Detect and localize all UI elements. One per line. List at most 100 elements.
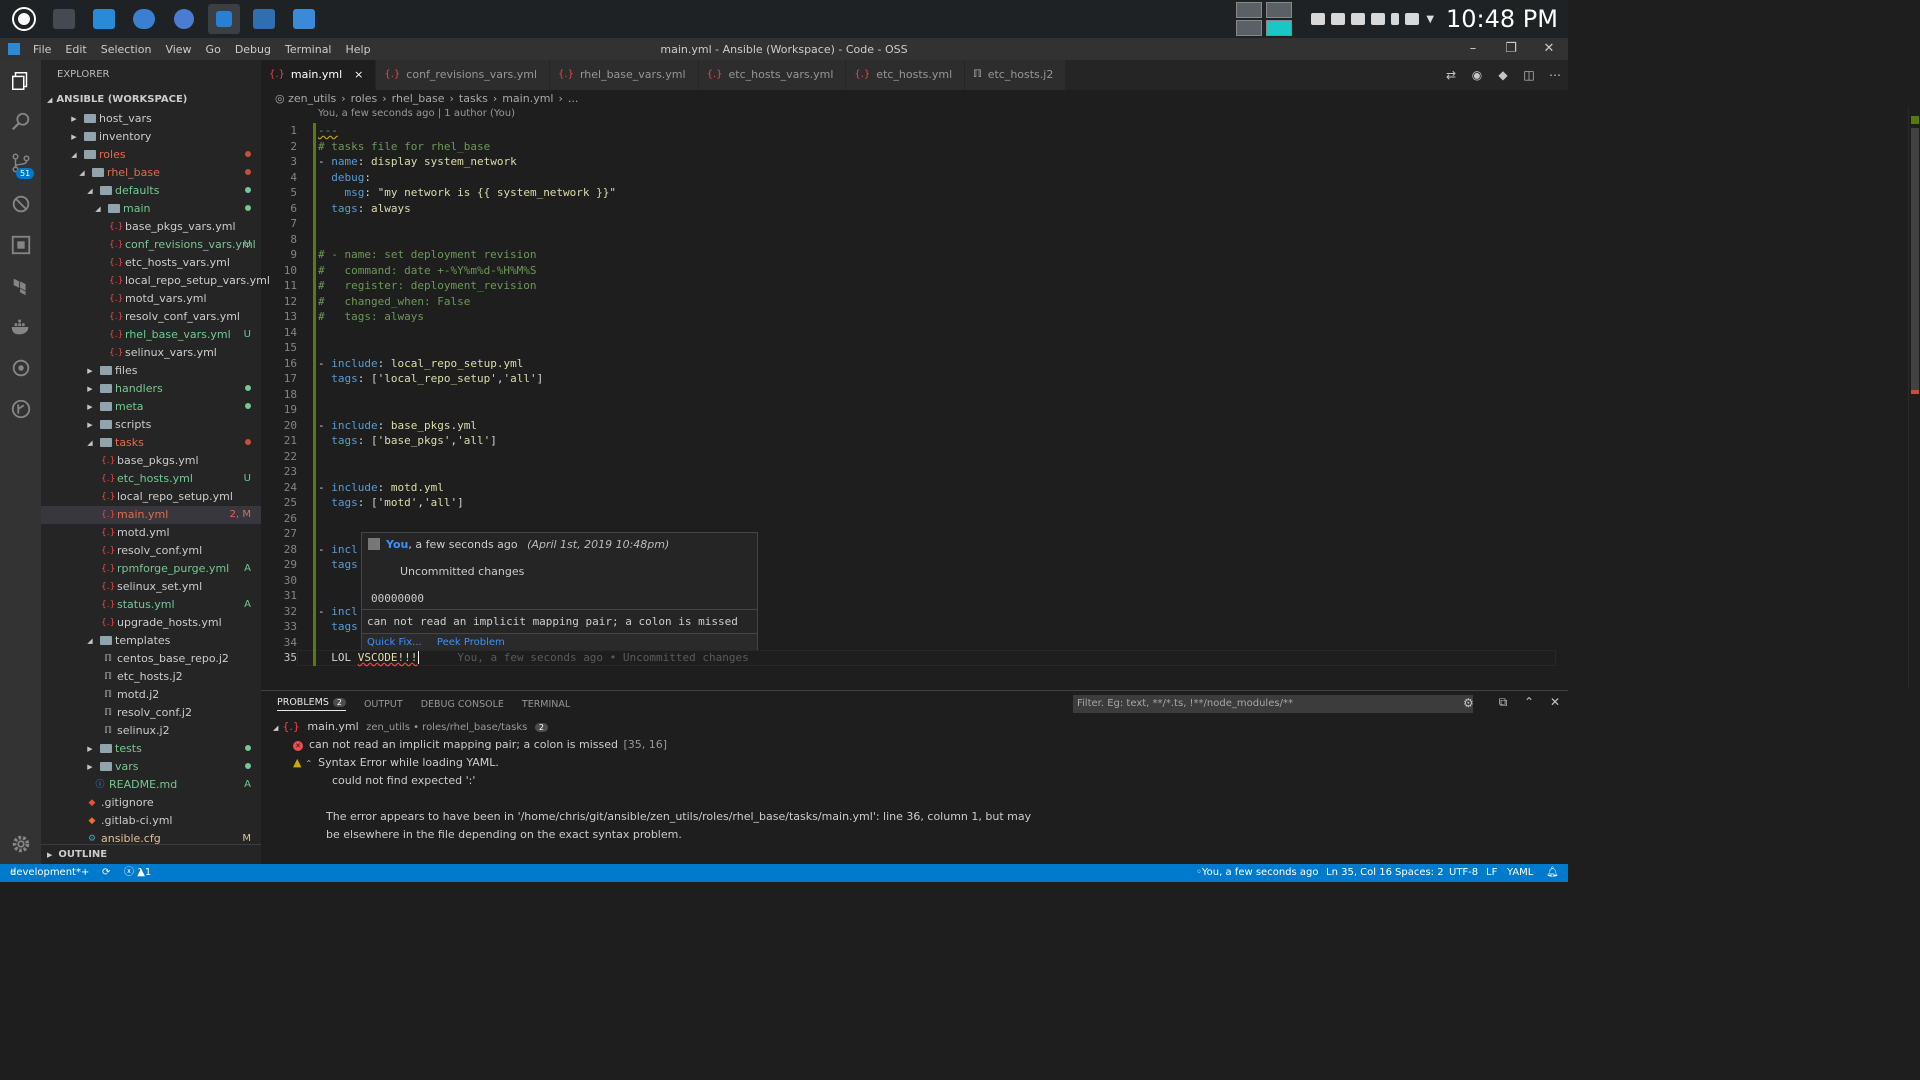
cloud-icon[interactable] bbox=[1311, 13, 1326, 25]
breadcrumb-item[interactable]: ... bbox=[568, 92, 579, 105]
code-line[interactable]: # - name: set deployment revision bbox=[318, 247, 537, 263]
code-line[interactable]: - incl bbox=[318, 542, 358, 558]
split-editor-icon[interactable]: ◫ bbox=[1516, 68, 1542, 82]
folder-item[interactable]: ▶ scripts bbox=[41, 416, 261, 434]
folder-item[interactable]: ◢ roles bbox=[41, 146, 261, 164]
chevron-right-icon[interactable]: ▶ bbox=[85, 416, 95, 434]
code-line[interactable]: tags: always bbox=[318, 201, 411, 217]
git-graph-icon[interactable] bbox=[0, 388, 41, 429]
folder-item[interactable]: ▶ tests bbox=[41, 740, 261, 758]
vscode-icon[interactable] bbox=[208, 4, 240, 34]
menu-selection[interactable]: Selection bbox=[94, 43, 159, 56]
chevron-right-icon[interactable]: ▶ bbox=[85, 362, 95, 380]
notification-bell-icon[interactable]: 🔔︎ bbox=[1546, 864, 1559, 882]
language-status[interactable]: YAML bbox=[1507, 864, 1533, 882]
file-item[interactable]: {.} motd.yml bbox=[41, 524, 261, 542]
file-item[interactable]: {.} selinux_set.yml bbox=[41, 578, 261, 596]
open-changes-icon[interactable]: ⇄ bbox=[1438, 68, 1464, 82]
code-line[interactable]: tags bbox=[318, 557, 358, 573]
blame-status[interactable]: ◦ You, a few seconds ago bbox=[1196, 864, 1318, 882]
chromium-icon[interactable] bbox=[168, 4, 200, 34]
folder-item[interactable]: ◢ tasks bbox=[41, 434, 261, 452]
file-item[interactable]: {.} selinux_vars.yml bbox=[41, 344, 261, 362]
panel-maximize-icon[interactable]: ⧉ bbox=[1490, 695, 1516, 710]
file-item[interactable]: {.} upgrade_hosts.yml bbox=[41, 614, 261, 632]
codelens-blame[interactable]: You, a few seconds ago | 1 author (You) bbox=[318, 108, 515, 119]
tab-conf-revisions-vars-yml[interactable]: {.} conf_revisions_vars.yml bbox=[376, 60, 551, 90]
filter-settings-icon[interactable]: ⚙ bbox=[1463, 696, 1474, 710]
tab-etc-hosts-yml[interactable]: {.} etc_hosts.yml bbox=[846, 60, 966, 90]
folder-item[interactable]: ◢ templates bbox=[41, 632, 261, 650]
file-item[interactable]: {.} rpmforge_purge.yml A bbox=[41, 560, 261, 578]
code-line[interactable]: tags: ['motd','all'] bbox=[318, 495, 464, 511]
folder-item[interactable]: ▶ meta bbox=[41, 398, 261, 416]
thunderbird-icon[interactable] bbox=[128, 4, 160, 34]
file-item[interactable]: ⓘ README.md A bbox=[41, 776, 261, 794]
maximize-button[interactable]: ❐ bbox=[1492, 38, 1530, 60]
indentation-status[interactable]: Spaces: 2 bbox=[1395, 864, 1444, 882]
problem-file-row[interactable]: ◢ {.} main.yml zen_utils • roles/rhel_bas… bbox=[273, 720, 548, 733]
file-item[interactable]: {.} local_repo_setup_vars.yml bbox=[41, 272, 270, 290]
search-icon[interactable] bbox=[0, 101, 41, 142]
tab-output[interactable]: OUTPUT bbox=[364, 699, 403, 710]
printer-icon[interactable] bbox=[1371, 13, 1386, 25]
chevron-down-icon[interactable]: ◢ bbox=[69, 146, 79, 164]
megaphone-icon[interactable] bbox=[1331, 13, 1346, 25]
code-line[interactable]: tags: ['base_pkgs','all'] bbox=[318, 433, 497, 449]
breadcrumb-item[interactable]: main.yml bbox=[502, 92, 553, 105]
code-line[interactable]: - include: motd.yml bbox=[318, 480, 444, 496]
code-line[interactable]: tags bbox=[318, 619, 358, 635]
extensions-icon[interactable] bbox=[0, 224, 41, 265]
tab-etc-hosts-j2[interactable]: ℿetc_hosts.j2 bbox=[965, 60, 1067, 90]
code-line[interactable]: # tags: always bbox=[318, 309, 424, 325]
chevron-down-icon[interactable]: ◢ bbox=[93, 200, 103, 218]
file-item[interactable]: ℿresolv_conf.j2 bbox=[41, 704, 261, 722]
tab-etc-hosts-vars-yml[interactable]: {.} etc_hosts_vars.yml bbox=[698, 60, 847, 90]
folder-item[interactable]: ▶ host_vars bbox=[41, 110, 261, 128]
file-item[interactable]: {.} rhel_base_vars.yml U bbox=[41, 326, 261, 344]
breadcrumb-item[interactable]: zen_utils bbox=[288, 92, 336, 105]
tab-debug-console[interactable]: DEBUG CONSOLE bbox=[421, 699, 504, 710]
tab-close-icon[interactable]: × bbox=[354, 60, 363, 90]
tab-main-yml[interactable]: {.} main.yml × bbox=[261, 60, 377, 90]
code-line[interactable]: - include: local_repo_setup.yml bbox=[318, 356, 523, 372]
file-item[interactable]: {.} base_pkgs.yml bbox=[41, 452, 261, 470]
file-item[interactable]: {.} status.yml A bbox=[41, 596, 261, 614]
file-item[interactable]: {.} base_pkgs_vars.yml bbox=[41, 218, 261, 236]
menu-debug[interactable]: Debug bbox=[228, 43, 278, 56]
folder-item[interactable]: ◢ main bbox=[41, 200, 261, 218]
file-item[interactable]: ℿcentos_base_repo.j2 bbox=[41, 650, 261, 668]
menu-file[interactable]: File bbox=[26, 43, 58, 56]
code-line[interactable]: - incl bbox=[318, 604, 358, 620]
chevron-down-icon[interactable]: ◢ bbox=[77, 164, 87, 182]
chevron-right-icon[interactable]: ▶ bbox=[85, 380, 95, 398]
sync-icon[interactable]: ⟳ bbox=[102, 864, 110, 882]
chevron-right-icon[interactable]: ▶ bbox=[69, 128, 79, 146]
code-line[interactable]: - name: display system_network bbox=[318, 154, 517, 170]
file-item[interactable]: {.} resolv_conf.yml bbox=[41, 542, 261, 560]
toggle-blame-icon[interactable]: ◉ bbox=[1464, 68, 1490, 82]
quick-fix-link[interactable]: Quick Fix... bbox=[367, 637, 422, 648]
file-item[interactable]: {.} conf_revisions_vars.yml U bbox=[41, 236, 261, 254]
menu-help[interactable]: Help bbox=[339, 43, 378, 56]
code-line[interactable]: --- bbox=[318, 123, 338, 139]
file-item[interactable]: {.} main.yml 2, M bbox=[41, 506, 261, 524]
taskmanager-icon[interactable] bbox=[48, 4, 80, 34]
kubernetes-icon[interactable] bbox=[0, 347, 41, 388]
hover-sha[interactable]: 00000000 bbox=[371, 592, 424, 605]
debug-icon[interactable] bbox=[0, 183, 41, 224]
breadcrumb-item[interactable]: rhel_base bbox=[392, 92, 445, 105]
folder-item[interactable]: ▶ handlers bbox=[41, 380, 261, 398]
code-line[interactable]: # changed_when: False bbox=[318, 294, 470, 310]
hover-author[interactable]: You bbox=[386, 538, 408, 551]
menu-terminal[interactable]: Terminal bbox=[278, 43, 339, 56]
chevron-down-icon[interactable]: ◢ bbox=[85, 632, 95, 650]
panel-chevron-up-icon[interactable]: ⌃ bbox=[1516, 695, 1542, 710]
minimize-button[interactable]: – bbox=[1454, 38, 1492, 60]
chevron-right-icon[interactable]: ▶ bbox=[85, 758, 95, 776]
code-line[interactable]: # register: deployment_revision bbox=[318, 278, 537, 294]
file-item[interactable]: ◆ .gitignore bbox=[41, 794, 261, 812]
workspace-switcher[interactable] bbox=[1234, 1, 1298, 37]
folder-item[interactable]: ▶ files bbox=[41, 362, 261, 380]
app-menu-icon[interactable] bbox=[8, 4, 40, 34]
